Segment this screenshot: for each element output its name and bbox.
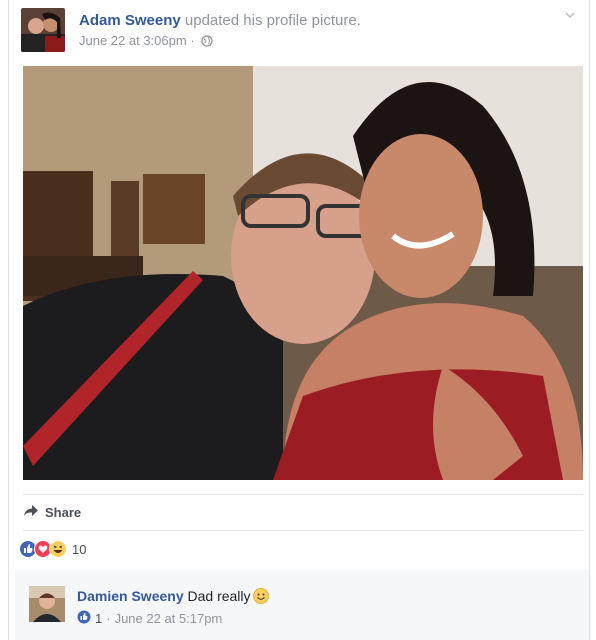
author-avatar[interactable] [21,8,65,52]
meta-separator: · [190,33,195,48]
share-label: Share [45,505,82,520]
post-card: Adam Sweeny updated his profile picture.… [8,0,590,640]
chevron-down-icon[interactable] [563,8,577,27]
post-header-line: Adam Sweeny updated his profile picture. [79,12,361,29]
reaction-count: 10 [72,541,87,557]
comments-section: Damien Sweeny Dad really 1 · June 22 at … [15,570,589,640]
comment-meta: 1 · June 22 at 5:17pm [77,610,222,627]
comment-text: Dad really [187,588,251,604]
globe-icon[interactable] [201,35,213,50]
comment-body: Damien Sweeny Dad really [77,588,269,607]
profile-photo[interactable] [23,66,583,480]
author-name-link[interactable]: Adam Sweeny [79,12,181,29]
comment-like-icon[interactable] [77,610,91,627]
commenter-name-link[interactable]: Damien Sweeny [77,588,184,604]
haha-icon [49,540,67,558]
post-meta: June 22 at 3:06pm · [79,33,213,50]
actions-divider-bottom [23,530,583,531]
comment-meta-separator: · [106,611,111,626]
share-arrow-icon [23,504,39,521]
actions-divider-top [23,494,583,495]
reactions-summary[interactable]: 10 [19,540,86,558]
post-action-text: updated his profile picture. [184,12,361,29]
share-button[interactable]: Share [23,504,81,521]
comment-like-count: 1 [95,611,103,626]
smile-emoji-icon [252,588,269,607]
comment-timestamp[interactable]: June 22 at 5:17pm [115,611,223,626]
commenter-avatar[interactable] [29,586,65,622]
post-timestamp[interactable]: June 22 at 3:06pm [79,33,187,48]
